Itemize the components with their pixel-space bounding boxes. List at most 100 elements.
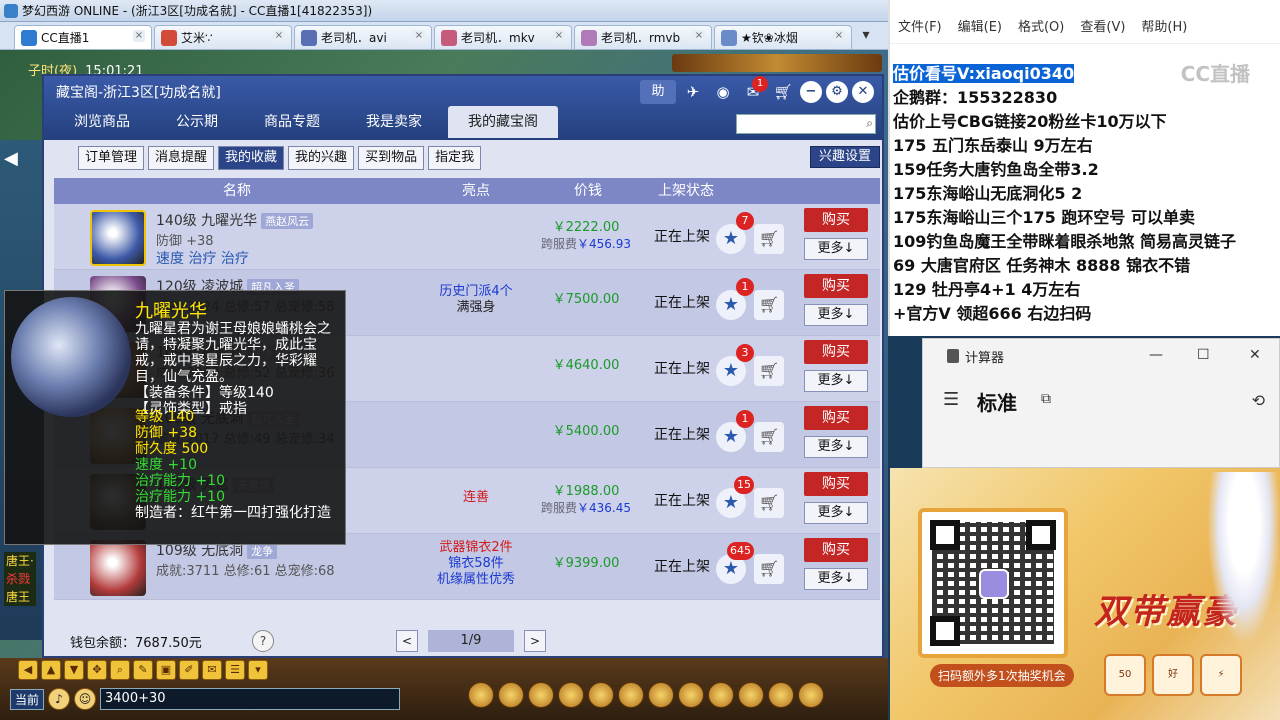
tab-close-icon[interactable]: × [273,30,285,42]
add-to-cart-icon[interactable]: 🛒︎ [754,422,784,452]
minimize-icon[interactable]: — [1149,347,1163,363]
help-button[interactable]: 助 [640,80,676,104]
tab-close-icon[interactable]: × [553,30,565,42]
nav-tab[interactable]: 我的藏宝阁 [448,106,558,138]
tab-close-icon[interactable]: × [413,30,425,42]
team-member-name[interactable]: 唐王· [4,552,36,570]
microphone-icon[interactable]: ♪ [48,688,71,710]
notepad-menu-item[interactable]: 文件(F) [898,16,942,35]
notepad-menu-item[interactable]: 帮助(H) [1141,16,1187,35]
add-to-cart-icon[interactable]: 🛒︎ [754,554,784,584]
notepad-menu-item[interactable]: 编辑(E) [958,16,1002,35]
notepad-menu-item[interactable]: 格式(O) [1018,16,1064,35]
subtab[interactable]: 我的兴趣 [288,146,355,170]
favorite-star-icon[interactable]: ★ 1 [716,410,754,452]
menu-icon[interactable]: ☰ [943,389,959,410]
client-tab[interactable]: 老司机．rmvb × [574,25,712,49]
buy-button[interactable]: 购买 [804,274,868,298]
add-to-cart-icon[interactable]: 🛒︎ [754,224,784,254]
subtab[interactable]: 我的收藏 [218,146,285,170]
next-page-button[interactable]: > [524,630,546,652]
favorite-star-icon[interactable]: ★ 1 [716,278,754,320]
skill-icon[interactable] [468,682,494,708]
subtab[interactable]: 买到物品 [358,146,425,170]
chat-channel-button[interactable]: 当前 [10,688,45,710]
notepad-text-area[interactable]: 估价看号V:xiaoqi0340 企鹅群：155322830 估价上号CBG链接20… [893,62,1236,326]
interest-settings-button[interactable]: 兴趣设置 [809,146,880,168]
tab-close-icon[interactable]: × [133,30,145,42]
search-icon[interactable]: ⌕ [866,116,873,131]
maximize-icon[interactable]: ☐ [1197,347,1210,363]
chat-input[interactable]: 3400+30 [100,688,401,710]
collapse-arrow-icon[interactable]: ◀ [4,148,18,169]
tab-overflow-button[interactable]: ▾ [856,27,876,45]
pin-icon[interactable]: ✈ [680,80,706,104]
skill-icon[interactable] [528,682,554,708]
nav-tab[interactable]: 我是卖家 [346,106,442,138]
more-button[interactable]: 更多↓ [804,370,868,392]
skill-icon[interactable] [498,682,524,708]
add-to-cart-icon[interactable]: 🛒︎ [754,356,784,386]
close-icon[interactable]: ✕ [1249,347,1261,363]
listing-name[interactable]: 140级 九曜光华 燕赵风云 [156,210,314,230]
lock-icon[interactable]: ▣ [156,660,176,680]
record-icon[interactable]: ◉ [710,80,736,104]
client-tab[interactable]: 老司机．mkv × [434,25,572,49]
subtab[interactable]: 订单管理 [78,146,145,170]
buy-button[interactable]: 购买 [804,472,868,496]
notepad-menu-item[interactable]: 查看(V) [1080,16,1125,35]
skill-icon[interactable] [768,682,794,708]
client-tab[interactable]: 艾米∵ × [154,25,292,49]
zoom-icon[interactable]: ⌕ [110,660,130,680]
settings-gear-icon[interactable]: ⚙ [826,81,848,103]
message-icon[interactable]: ✉ 1 [740,76,768,104]
wallet-help-icon[interactable]: ? [252,630,274,652]
skill-icon[interactable] [678,682,704,708]
nav-tab[interactable]: 商品专题 [244,106,340,138]
client-tab[interactable]: ★钦❀冰烟 × [714,25,852,49]
close-button[interactable]: ✕ [852,81,874,103]
table-row[interactable]: 140级 九曜光华 燕赵风云 防御 +38 速度 治疗 治疗 ￥2222.00 跨服费￥4… [54,204,880,270]
subtab[interactable]: 消息提醒 [148,146,215,170]
arrow-left-icon[interactable]: ◀ [18,660,38,680]
client-tab[interactable]: CC直播1 × [14,25,152,49]
emoji-icon[interactable]: ☺ [74,688,97,710]
prev-page-button[interactable]: < [396,630,418,652]
skill-icon[interactable] [648,682,674,708]
skill-icon[interactable] [588,682,614,708]
subtab[interactable]: 指定我 [428,146,482,170]
arrow-down-icon[interactable]: ▼ [64,660,84,680]
skill-icon[interactable] [738,682,764,708]
buy-button[interactable]: 购买 [804,208,868,232]
team-member-name[interactable]: 唐王 [4,588,36,606]
nav-tab[interactable]: 公示期 [156,106,238,138]
dropdown-icon[interactable]: ▾ [248,660,268,680]
add-to-cart-icon[interactable]: 🛒︎ [754,290,784,320]
team-member-name[interactable]: 杀戮 [4,570,36,588]
keep-on-top-icon[interactable]: ⧉ [1041,391,1051,407]
skill-icon[interactable] [618,682,644,708]
more-button[interactable]: 更多↓ [804,568,868,590]
favorite-star-icon[interactable]: ★ 3 [716,344,754,386]
edit-icon[interactable]: ✎ [133,660,153,680]
more-button[interactable]: 更多↓ [804,502,868,524]
add-to-cart-icon[interactable]: 🛒︎ [754,488,784,518]
buy-button[interactable]: 购买 [804,406,868,430]
favorite-star-icon[interactable]: ★ 7 [716,212,754,254]
tab-close-icon[interactable]: × [693,30,705,42]
minimize-button[interactable]: − [800,81,822,103]
skill-icon[interactable] [558,682,584,708]
buy-button[interactable]: 购买 [804,340,868,364]
panel-search-input[interactable]: ⌕ [736,114,876,134]
brush-icon[interactable]: ✐ [179,660,199,680]
more-button[interactable]: 更多↓ [804,304,868,326]
history-icon[interactable]: ⟲ [1252,391,1265,410]
favorite-star-icon[interactable]: ★ 15 [716,476,754,518]
buy-button[interactable]: 购买 [804,538,868,562]
list-icon[interactable]: ☰ [225,660,245,680]
listing-thumbnail[interactable] [90,210,146,266]
listing-thumbnail[interactable] [90,540,146,596]
favorite-star-icon[interactable]: ★ 645 [716,542,754,584]
more-button[interactable]: 更多↓ [804,436,868,458]
nav-tab[interactable]: 浏览商品 [54,106,150,138]
